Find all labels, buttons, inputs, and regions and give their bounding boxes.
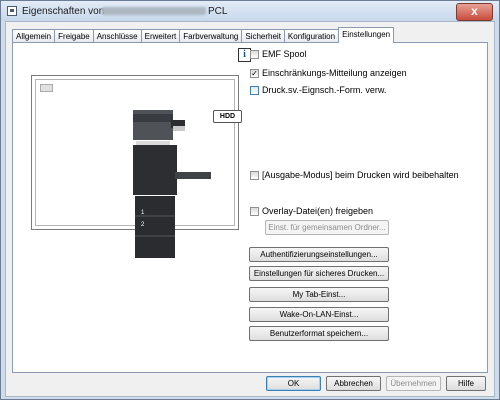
cancel-button[interactable]: Abbrechen <box>326 376 381 391</box>
window-title: Eigenschaften von <box>22 6 105 17</box>
restriction-notice-label: Einschränkungs-Mitteilung anzeigen <box>262 68 407 78</box>
printer-icon <box>7 6 17 16</box>
tab-farbverwaltung[interactable]: Farbverwaltung <box>179 29 243 43</box>
small-device-icon <box>40 84 53 92</box>
output-mode-label: [Ausgabe-Modus] beim Drucken wird beibeh… <box>262 170 459 180</box>
tab-allgemein[interactable]: Allgemein <box>12 29 56 43</box>
close-button[interactable]: x <box>456 3 493 21</box>
tab-strip: Allgemein Freigabe Anschlüsse Erweitert … <box>12 27 395 43</box>
ok-button[interactable]: OK <box>266 376 321 391</box>
emf-spool-box[interactable] <box>250 49 259 59</box>
my-tab-settings-button[interactable]: My Tab-Einst... <box>249 287 389 302</box>
overlay-share-label: Overlay-Datei(en) freigeben <box>262 206 374 216</box>
overlay-share-checkbox[interactable]: Overlay-Datei(en) freigeben <box>250 206 373 216</box>
printer-illustration: 1 2 <box>133 110 211 258</box>
overlay-share-box[interactable] <box>250 206 259 216</box>
output-mode-checkbox[interactable]: [Ausgabe-Modus] beim Drucken wird beibeh… <box>250 170 459 180</box>
dialog-body: Allgemein Freigabe Anschlüsse Erweitert … <box>5 21 495 397</box>
title-bar[interactable]: Eigenschaften von PCL x <box>1 1 499 21</box>
shared-folder-button[interactable]: Einst. für gemeinsamen Ordner... <box>265 220 389 235</box>
redacted-printer-name <box>102 7 206 15</box>
help-button[interactable]: Hilfe <box>446 376 486 391</box>
tab-erweitert[interactable]: Erweitert <box>140 29 181 43</box>
hdd-badge: HDD <box>213 110 242 123</box>
print-settings-box[interactable] <box>250 85 259 95</box>
tab-anschluesse[interactable]: Anschlüsse <box>92 29 142 43</box>
emf-spool-label: EMF Spool <box>262 49 307 59</box>
secure-print-settings-button[interactable]: Einstellungen für sicheres Drucken... <box>249 266 389 281</box>
output-mode-box[interactable] <box>250 170 259 180</box>
tab-sicherheit[interactable]: Sicherheit <box>241 29 285 43</box>
restriction-notice-box[interactable]: ✓ <box>250 68 259 78</box>
print-settings-checkbox[interactable]: Druck.sv.-Eignsch.-Form. verw. <box>250 85 386 95</box>
authentication-settings-button[interactable]: Authentifizierungseinstellungen... <box>249 247 389 262</box>
apply-button[interactable]: Übernehmen <box>386 376 441 391</box>
properties-window: Eigenschaften von PCL x Allgemein Freiga… <box>0 0 500 400</box>
tab-freigabe[interactable]: Freigabe <box>54 29 94 43</box>
device-preview: HDD 1 2 <box>31 75 242 258</box>
tab-konfiguration[interactable]: Konfiguration <box>283 29 340 43</box>
print-settings-label: Druck.sv.-Eignsch.-Form. verw. <box>262 85 387 95</box>
save-user-format-button[interactable]: Benutzerformat speichern... <box>249 326 389 341</box>
restriction-notice-checkbox[interactable]: ✓ Einschränkungs-Mitteilung anzeigen <box>250 68 407 78</box>
tab-einstellungen[interactable]: Einstellungen <box>338 27 395 43</box>
wake-on-lan-button[interactable]: Wake-On-LAN-Einst... <box>249 307 389 322</box>
emf-spool-checkbox[interactable]: EMF Spool <box>250 49 307 59</box>
window-title-suffix: PCL <box>208 6 228 17</box>
preview-frame: HDD 1 2 <box>35 79 242 258</box>
